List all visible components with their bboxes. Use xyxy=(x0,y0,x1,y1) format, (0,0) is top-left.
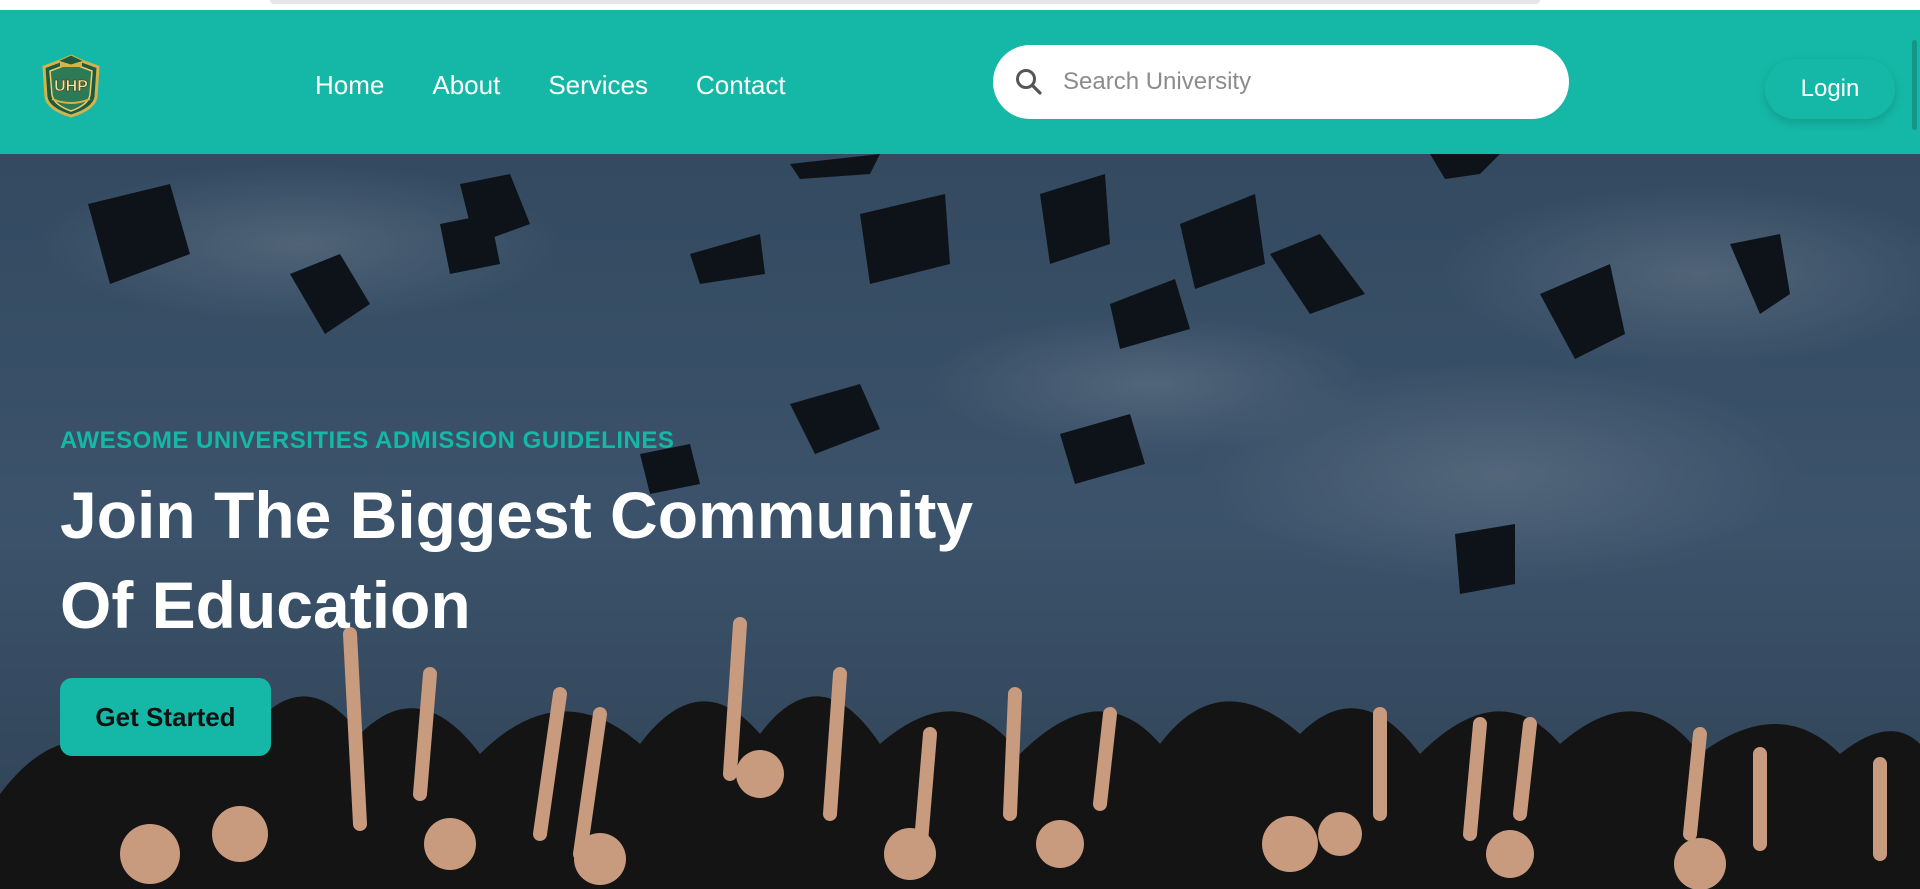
browser-tab-edge xyxy=(270,0,1540,4)
hero-eyebrow: AWESOME UNIVERSITIES ADMISSION GUIDELINE… xyxy=(60,427,675,454)
logo-lettering: UHP xyxy=(54,78,88,95)
nav-link-about[interactable]: About xyxy=(432,67,500,103)
hero-title-line-2: Of Education xyxy=(60,568,471,642)
browser-top-strip xyxy=(0,0,1920,10)
hero-section: AWESOME UNIVERSITIES ADMISSION GUIDELINE… xyxy=(0,154,1920,889)
primary-nav: Home About Services Contact xyxy=(315,67,786,103)
nav-link-contact[interactable]: Contact xyxy=(696,67,786,103)
crest-icon: UHP xyxy=(42,54,100,118)
search-bar[interactable] xyxy=(993,45,1569,119)
navbar: UHP Home About Services Contact Login xyxy=(0,10,1920,154)
search-input[interactable] xyxy=(1063,68,1543,96)
login-button[interactable]: Login xyxy=(1765,59,1895,119)
hero-title-line-1: Join The Biggest Community xyxy=(60,478,974,552)
page-scrollbar[interactable] xyxy=(1912,40,1917,130)
university-logo[interactable]: UHP xyxy=(38,53,104,119)
search-icon xyxy=(1016,69,1042,95)
nav-link-services[interactable]: Services xyxy=(548,67,648,103)
hero-content: AWESOME UNIVERSITIES ADMISSION GUIDELINE… xyxy=(60,426,1110,756)
nav-link-home[interactable]: Home xyxy=(315,67,384,103)
hero-title: Join The Biggest Community Of Education xyxy=(60,470,1110,650)
get-started-button[interactable]: Get Started xyxy=(60,678,271,756)
